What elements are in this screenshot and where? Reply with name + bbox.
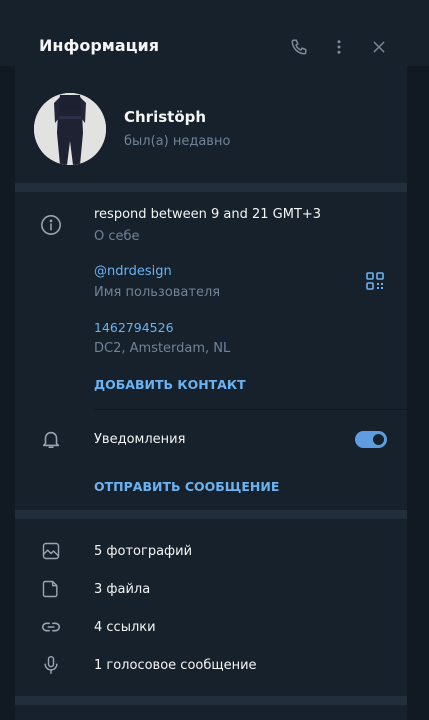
about-value: respond between 9 and 21 GMT+3 (94, 207, 322, 222)
profile-name: Christöph (124, 108, 207, 126)
qr-code-icon (366, 272, 384, 290)
user-info-panel: Информация Christöph был(а) недавно resp… (15, 19, 407, 720)
media-label: 1 голосовое сообщение (94, 658, 257, 673)
username-value[interactable]: @ndrdesign (94, 264, 172, 279)
info-icon-wrap (39, 213, 63, 237)
media-files-row[interactable]: 3 файла (15, 570, 407, 608)
call-button[interactable] (288, 36, 310, 58)
media-links-row[interactable]: 4 ссылки (15, 608, 407, 646)
microphone-icon (44, 655, 58, 675)
divider (94, 409, 407, 410)
close-icon (373, 41, 385, 53)
microphone-icon-wrap (39, 653, 63, 677)
notifications-toggle[interactable] (355, 431, 387, 448)
media-voice-row[interactable]: 1 голосовое сообщение (15, 646, 407, 684)
section-separator (15, 510, 407, 519)
send-message-button[interactable]: ОТПРАВИТЬ СООБЩЕНИЕ (94, 479, 279, 494)
media-label: 4 ссылки (94, 620, 156, 635)
section-separator (15, 696, 407, 705)
image-icon-wrap (39, 539, 63, 563)
image-icon (42, 542, 60, 560)
phone-icon (291, 39, 307, 55)
profile-status: был(а) недавно (124, 134, 231, 149)
profile-section: Christöph был(а) недавно (15, 75, 407, 183)
section-separator (15, 183, 407, 192)
bell-icon-wrap (39, 427, 63, 451)
more-options-button[interactable] (328, 36, 350, 58)
bell-icon (42, 431, 60, 449)
avatar-photo (34, 93, 106, 165)
link-icon (41, 622, 61, 632)
username-label: Имя пользователя (94, 285, 221, 300)
panel-header: Информация (15, 19, 407, 75)
link-icon-wrap (39, 615, 63, 639)
info-icon (41, 215, 61, 235)
toggle-knob (373, 434, 384, 445)
notifications-label: Уведомления (94, 432, 186, 447)
file-icon (42, 580, 58, 598)
about-label: О себе (94, 229, 140, 244)
datacenter-value: DC2, Amsterdam, NL (94, 341, 231, 356)
avatar[interactable] (34, 93, 106, 165)
media-label: 3 файла (94, 582, 151, 597)
more-vertical-icon (337, 40, 341, 54)
add-contact-button[interactable]: ДОБАВИТЬ КОНТАКТ (94, 377, 246, 392)
user-id-value[interactable]: 1462794526 (94, 320, 174, 335)
panel-title: Информация (39, 36, 159, 55)
close-button[interactable] (368, 36, 390, 58)
media-photos-row[interactable]: 5 фотографий (15, 532, 407, 570)
media-label: 5 фотографий (94, 544, 193, 559)
file-icon-wrap (39, 577, 63, 601)
qr-code-button[interactable] (363, 269, 387, 293)
